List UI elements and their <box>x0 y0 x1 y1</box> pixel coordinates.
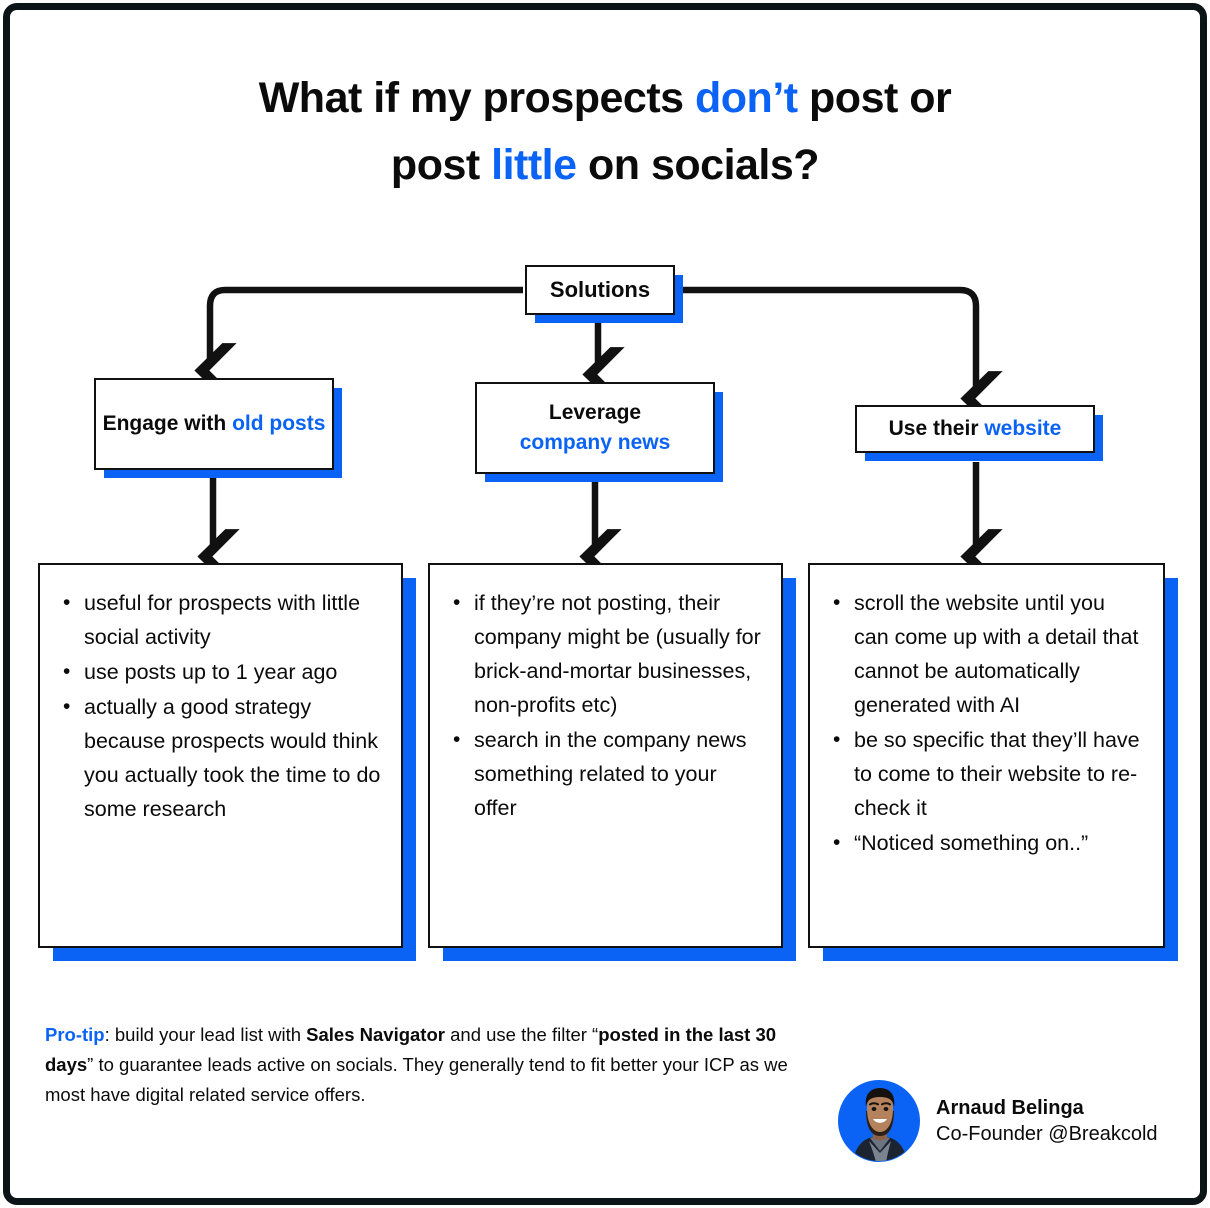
pro-tip-bold-sales-navigator: Sales Navigator <box>306 1024 445 1045</box>
infographic-canvas: What if my prospects don’t post or post … <box>10 10 1200 1198</box>
list-item: be so specific that they’ll have to come… <box>824 723 1145 826</box>
list-item: search in the company news something rel… <box>444 723 763 826</box>
node-use-their-website[interactable]: Use their website <box>855 405 1095 453</box>
connector-root-to-left <box>194 286 523 398</box>
node-leverage-label: Leverage company news <box>520 398 671 458</box>
node-label-highlight: website <box>984 417 1062 441</box>
node-engage-label: Engage with old posts <box>103 409 326 439</box>
node-website-label: Use their website <box>889 414 1062 444</box>
author-signature: Arnaud Belinga Co-Founder @Breakcold <box>838 1080 1158 1162</box>
pro-tip-text: ” to guarantee leads active on socials. … <box>45 1053 788 1105</box>
node-label-highlight: old posts <box>232 412 326 436</box>
node-engage-with-old-posts[interactable]: Engage with old posts <box>94 378 334 470</box>
bullet-list: if they’re not posting, their company mi… <box>444 586 763 826</box>
list-item: use posts up to 1 year ago <box>54 655 383 690</box>
connector-root-to-right <box>678 286 1003 426</box>
avatar <box>838 1080 920 1162</box>
node-label-highlight: company news <box>519 431 671 454</box>
author-text: Arnaud Belinga Co-Founder @Breakcold <box>936 1095 1158 1148</box>
node-label-text: Leverage <box>548 401 642 425</box>
list-item: scroll the website until you can come up… <box>824 586 1145 723</box>
list-item: actually a good strategy because prospec… <box>54 690 383 827</box>
node-label-text: Engage with <box>102 412 233 436</box>
node-label-text: Use their <box>888 417 985 441</box>
list-item: “Noticed something on..” <box>824 826 1145 861</box>
node-solutions-label: Solutions <box>549 277 651 303</box>
author-name: Arnaud Belinga <box>936 1096 1084 1119</box>
node-solutions[interactable]: Solutions <box>525 265 675 315</box>
author-role: Co-Founder @Breakcold <box>936 1123 1158 1145</box>
card-old-posts-details: useful for prospects with little social … <box>38 563 403 948</box>
pro-tip-note: Pro-tip: build your lead list with Sales… <box>45 1020 810 1110</box>
pro-tip-text: : build your lead list with <box>104 1024 307 1045</box>
infographic-page: What if my prospects don’t post or post … <box>0 0 1210 1208</box>
bullet-list: useful for prospects with little social … <box>54 586 383 827</box>
node-leverage-company-news[interactable]: Leverage company news <box>475 382 715 474</box>
bullet-list: scroll the website until you can come up… <box>824 586 1145 861</box>
card-company-news-details: if they’re not posting, their company mi… <box>428 563 783 948</box>
list-item: if they’re not posting, their company mi… <box>444 586 763 723</box>
person-photo-avatar-icon <box>839 1081 919 1161</box>
card-website-details: scroll the website until you can come up… <box>808 563 1165 948</box>
list-item: useful for prospects with little social … <box>54 586 383 655</box>
pro-tip-label: Pro-tip <box>45 1024 105 1045</box>
pro-tip-text: and use the filter “ <box>444 1024 599 1045</box>
